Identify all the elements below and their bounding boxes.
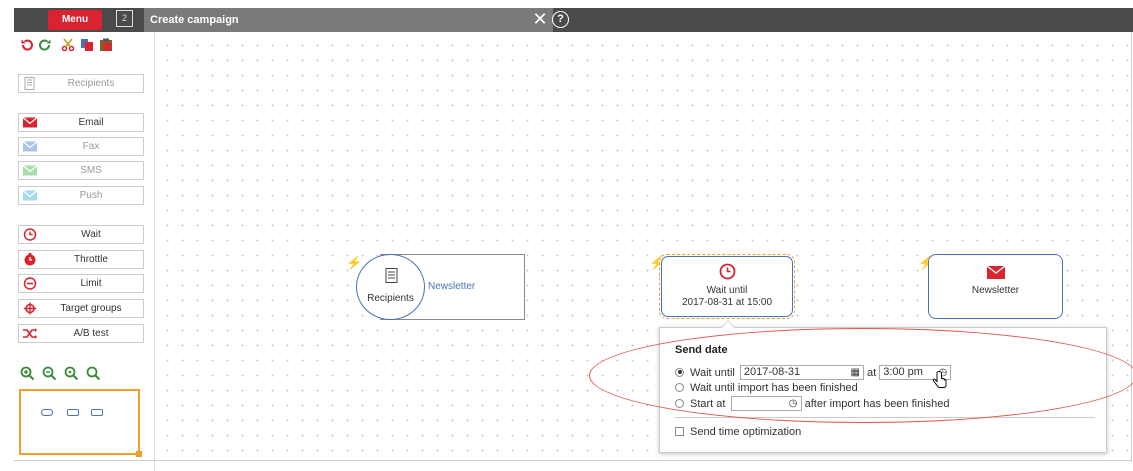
sidebar-item-email[interactable]: Email (18, 113, 144, 132)
date-value: 2017-08-31 (743, 365, 801, 378)
fax-icon (22, 141, 38, 152)
document-icon (24, 77, 35, 90)
sms-icon (22, 165, 38, 176)
sidebar-item-wait[interactable]: Wait (18, 225, 144, 244)
sidebar-item-sms[interactable]: SMS (18, 161, 144, 180)
sidebar-item-label: Target groups (60, 303, 122, 314)
sidebar-item-label: Fax (82, 141, 100, 152)
help-icon[interactable]: ? (552, 11, 569, 28)
push-icon (22, 190, 38, 201)
start-at-suffix: after import has been finished (804, 398, 950, 410)
clock-icon[interactable]: ◷ (789, 397, 798, 410)
recipients-node-name: Newsletter (428, 281, 476, 292)
sidebar-item-ab-test[interactable]: A/B test (18, 324, 144, 343)
send-time-optimization-checkbox[interactable] (675, 426, 684, 436)
zoom-in-icon[interactable] (20, 366, 35, 381)
start-at-radio[interactable] (675, 398, 684, 408)
recipients-node-label: Recipients (367, 293, 414, 304)
copy-icon[interactable] (80, 38, 94, 52)
sidebar-item-recipients[interactable]: Recipients (18, 74, 144, 93)
minimap-node (91, 409, 103, 416)
sidebar-item-fax[interactable]: Fax (18, 137, 144, 156)
zoom-out-icon[interactable] (42, 366, 57, 381)
window-count-icon[interactable]: 2 (116, 10, 133, 27)
minimap-node (41, 409, 53, 416)
sidebar-item-label: Throttle (74, 254, 108, 265)
recipients-node[interactable]: Recipients (356, 254, 425, 320)
import-finished-label: Wait until import has been finished (690, 382, 858, 394)
send-date-popup: Send date Wait until 2017-08-31 ▦ at 3:00… (659, 327, 1107, 453)
trigger-bolt-icon: ⚡ (346, 255, 363, 270)
date-input[interactable]: 2017-08-31 ▦ (739, 364, 864, 380)
sidebar-item-label: Recipients (67, 78, 115, 89)
newsletter-node-label: Newsletter (971, 285, 1020, 296)
popup-pointer-fill (722, 321, 734, 328)
sidebar-item-label: SMS (80, 165, 102, 176)
popup-divider (675, 417, 1095, 418)
import-finished-row: Wait until import has been finished (675, 380, 858, 396)
at-label: at (866, 367, 877, 379)
list-icon (385, 268, 398, 283)
cut-icon[interactable] (61, 38, 75, 52)
wait-node-line1: Wait until (706, 285, 748, 296)
wait-node[interactable]: Wait until 2017-08-31 at 15:00 (659, 254, 795, 319)
newsletter-node[interactable]: Newsletter (928, 254, 1063, 319)
start-at-input[interactable]: ◷ (730, 395, 802, 411)
canvas-border (1131, 32, 1132, 462)
zoom-fit-icon[interactable] (86, 366, 101, 381)
minimap-resize-handle[interactable] (136, 451, 142, 457)
sidebar-item-target-groups[interactable]: Target groups (18, 299, 144, 318)
minimap-node (67, 409, 79, 416)
sidebar-item-push[interactable]: Push (18, 186, 144, 205)
clock-icon (719, 263, 736, 280)
minus-circle-icon (23, 277, 37, 290)
clock-icon (23, 228, 37, 241)
optimization-row: Send time optimization (675, 424, 801, 440)
close-icon[interactable]: ✕ (530, 8, 550, 32)
sidebar-item-label: Email (78, 117, 104, 128)
email-icon (22, 117, 38, 128)
page-title: Create campaign (144, 8, 553, 32)
shuffle-icon (23, 328, 37, 339)
stopwatch-icon (24, 253, 36, 266)
start-at-label: Start at (690, 398, 726, 410)
popup-title: Send date (675, 344, 728, 356)
wait-until-label: Wait until (690, 367, 735, 379)
sidebar-item-limit[interactable]: Limit (18, 274, 144, 293)
wait-until-radio[interactable] (675, 367, 684, 377)
start-at-row: Start at ◷ after import has been finishe… (675, 395, 950, 412)
email-icon (986, 265, 1006, 279)
hand-cursor-icon (932, 371, 947, 388)
time-value: 3:00 pm (883, 365, 923, 378)
wait-node-line2: 2017-08-31 at 15:00 (681, 297, 773, 308)
sidebar-item-label: Limit (80, 278, 102, 289)
canvas-border (14, 460, 1132, 461)
sidebar-item-label: Wait (81, 229, 101, 240)
calendar-icon[interactable]: ▦ (850, 366, 859, 379)
crosshair-icon (24, 302, 36, 315)
paste-icon[interactable] (99, 38, 113, 52)
undo-icon[interactable] (20, 38, 34, 52)
minimap[interactable] (19, 389, 142, 457)
sidebar-item-label: Push (79, 190, 103, 201)
sidebar-item-throttle[interactable]: Throttle (18, 250, 144, 269)
zoom-reset-icon[interactable] (64, 366, 79, 381)
menu-button[interactable]: Menu (48, 10, 102, 30)
wait-until-row: Wait until 2017-08-31 ▦ at 3:00 pm ◷ (675, 364, 952, 381)
sidebar-item-label: A/B test (73, 328, 109, 339)
redo-icon[interactable] (38, 38, 52, 52)
send-time-optimization-label: Send time optimization (690, 426, 802, 438)
import-finished-radio[interactable] (675, 382, 684, 392)
